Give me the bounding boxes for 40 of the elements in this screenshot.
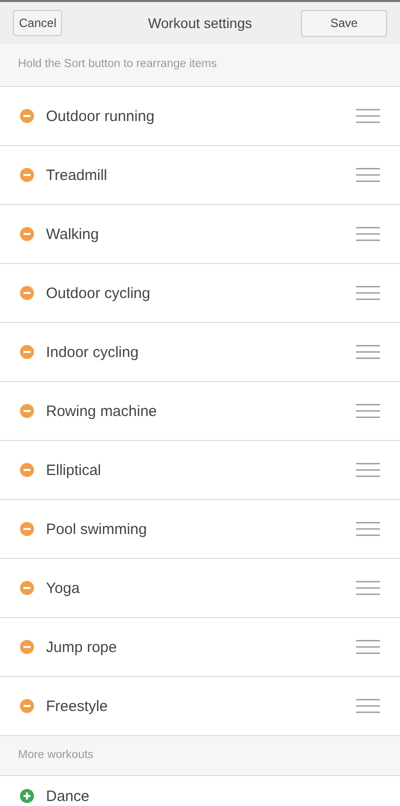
workout-label: Walking xyxy=(46,226,99,242)
remove-icon[interactable] xyxy=(20,286,34,300)
hint-text: Hold the Sort button to rearrange items xyxy=(18,57,217,72)
workout-label: Yoga xyxy=(46,580,80,596)
cancel-button[interactable]: Cancel xyxy=(13,10,62,36)
remove-icon[interactable] xyxy=(20,168,34,182)
remove-icon[interactable] xyxy=(20,699,34,713)
remove-icon[interactable] xyxy=(20,345,34,359)
drag-handle-icon[interactable] xyxy=(356,521,380,537)
drag-handle-icon[interactable] xyxy=(356,698,380,714)
remove-icon[interactable] xyxy=(20,581,34,595)
drag-handle-icon[interactable] xyxy=(356,167,380,183)
save-button[interactable]: Save xyxy=(301,10,387,36)
drag-handle-icon[interactable] xyxy=(356,344,380,360)
drag-handle-icon[interactable] xyxy=(356,108,380,124)
workout-label: Elliptical xyxy=(46,462,102,478)
workout-label: Freestyle xyxy=(46,698,108,714)
workout-label: Jump rope xyxy=(46,640,117,654)
workout-label: Indoor cycling xyxy=(46,344,139,360)
drag-handle-icon[interactable] xyxy=(356,285,380,301)
drag-handle-icon[interactable] xyxy=(356,639,380,655)
remove-icon[interactable] xyxy=(20,109,34,123)
window-title: Workout settings xyxy=(148,14,252,33)
remove-icon[interactable] xyxy=(20,463,34,477)
drag-handle-icon[interactable] xyxy=(356,226,380,242)
drag-handle-icon[interactable] xyxy=(356,580,380,596)
workout-label: Rowing machine xyxy=(46,404,157,418)
remove-icon[interactable] xyxy=(20,227,34,241)
section-header: More workouts xyxy=(18,748,94,763)
add-icon[interactable] xyxy=(20,789,34,803)
workout-label: Outdoor cycling xyxy=(46,286,150,300)
workout-label: Treadmill xyxy=(46,168,108,182)
workout-label: Pool swimming xyxy=(46,522,147,536)
drag-handle-icon[interactable] xyxy=(356,462,380,478)
remove-icon[interactable] xyxy=(20,522,34,536)
workout-label: Outdoor running xyxy=(46,108,154,124)
remove-icon[interactable] xyxy=(20,404,34,418)
drag-handle-icon[interactable] xyxy=(356,403,380,419)
remove-icon[interactable] xyxy=(20,640,34,654)
workout-label: Dance xyxy=(46,789,90,804)
